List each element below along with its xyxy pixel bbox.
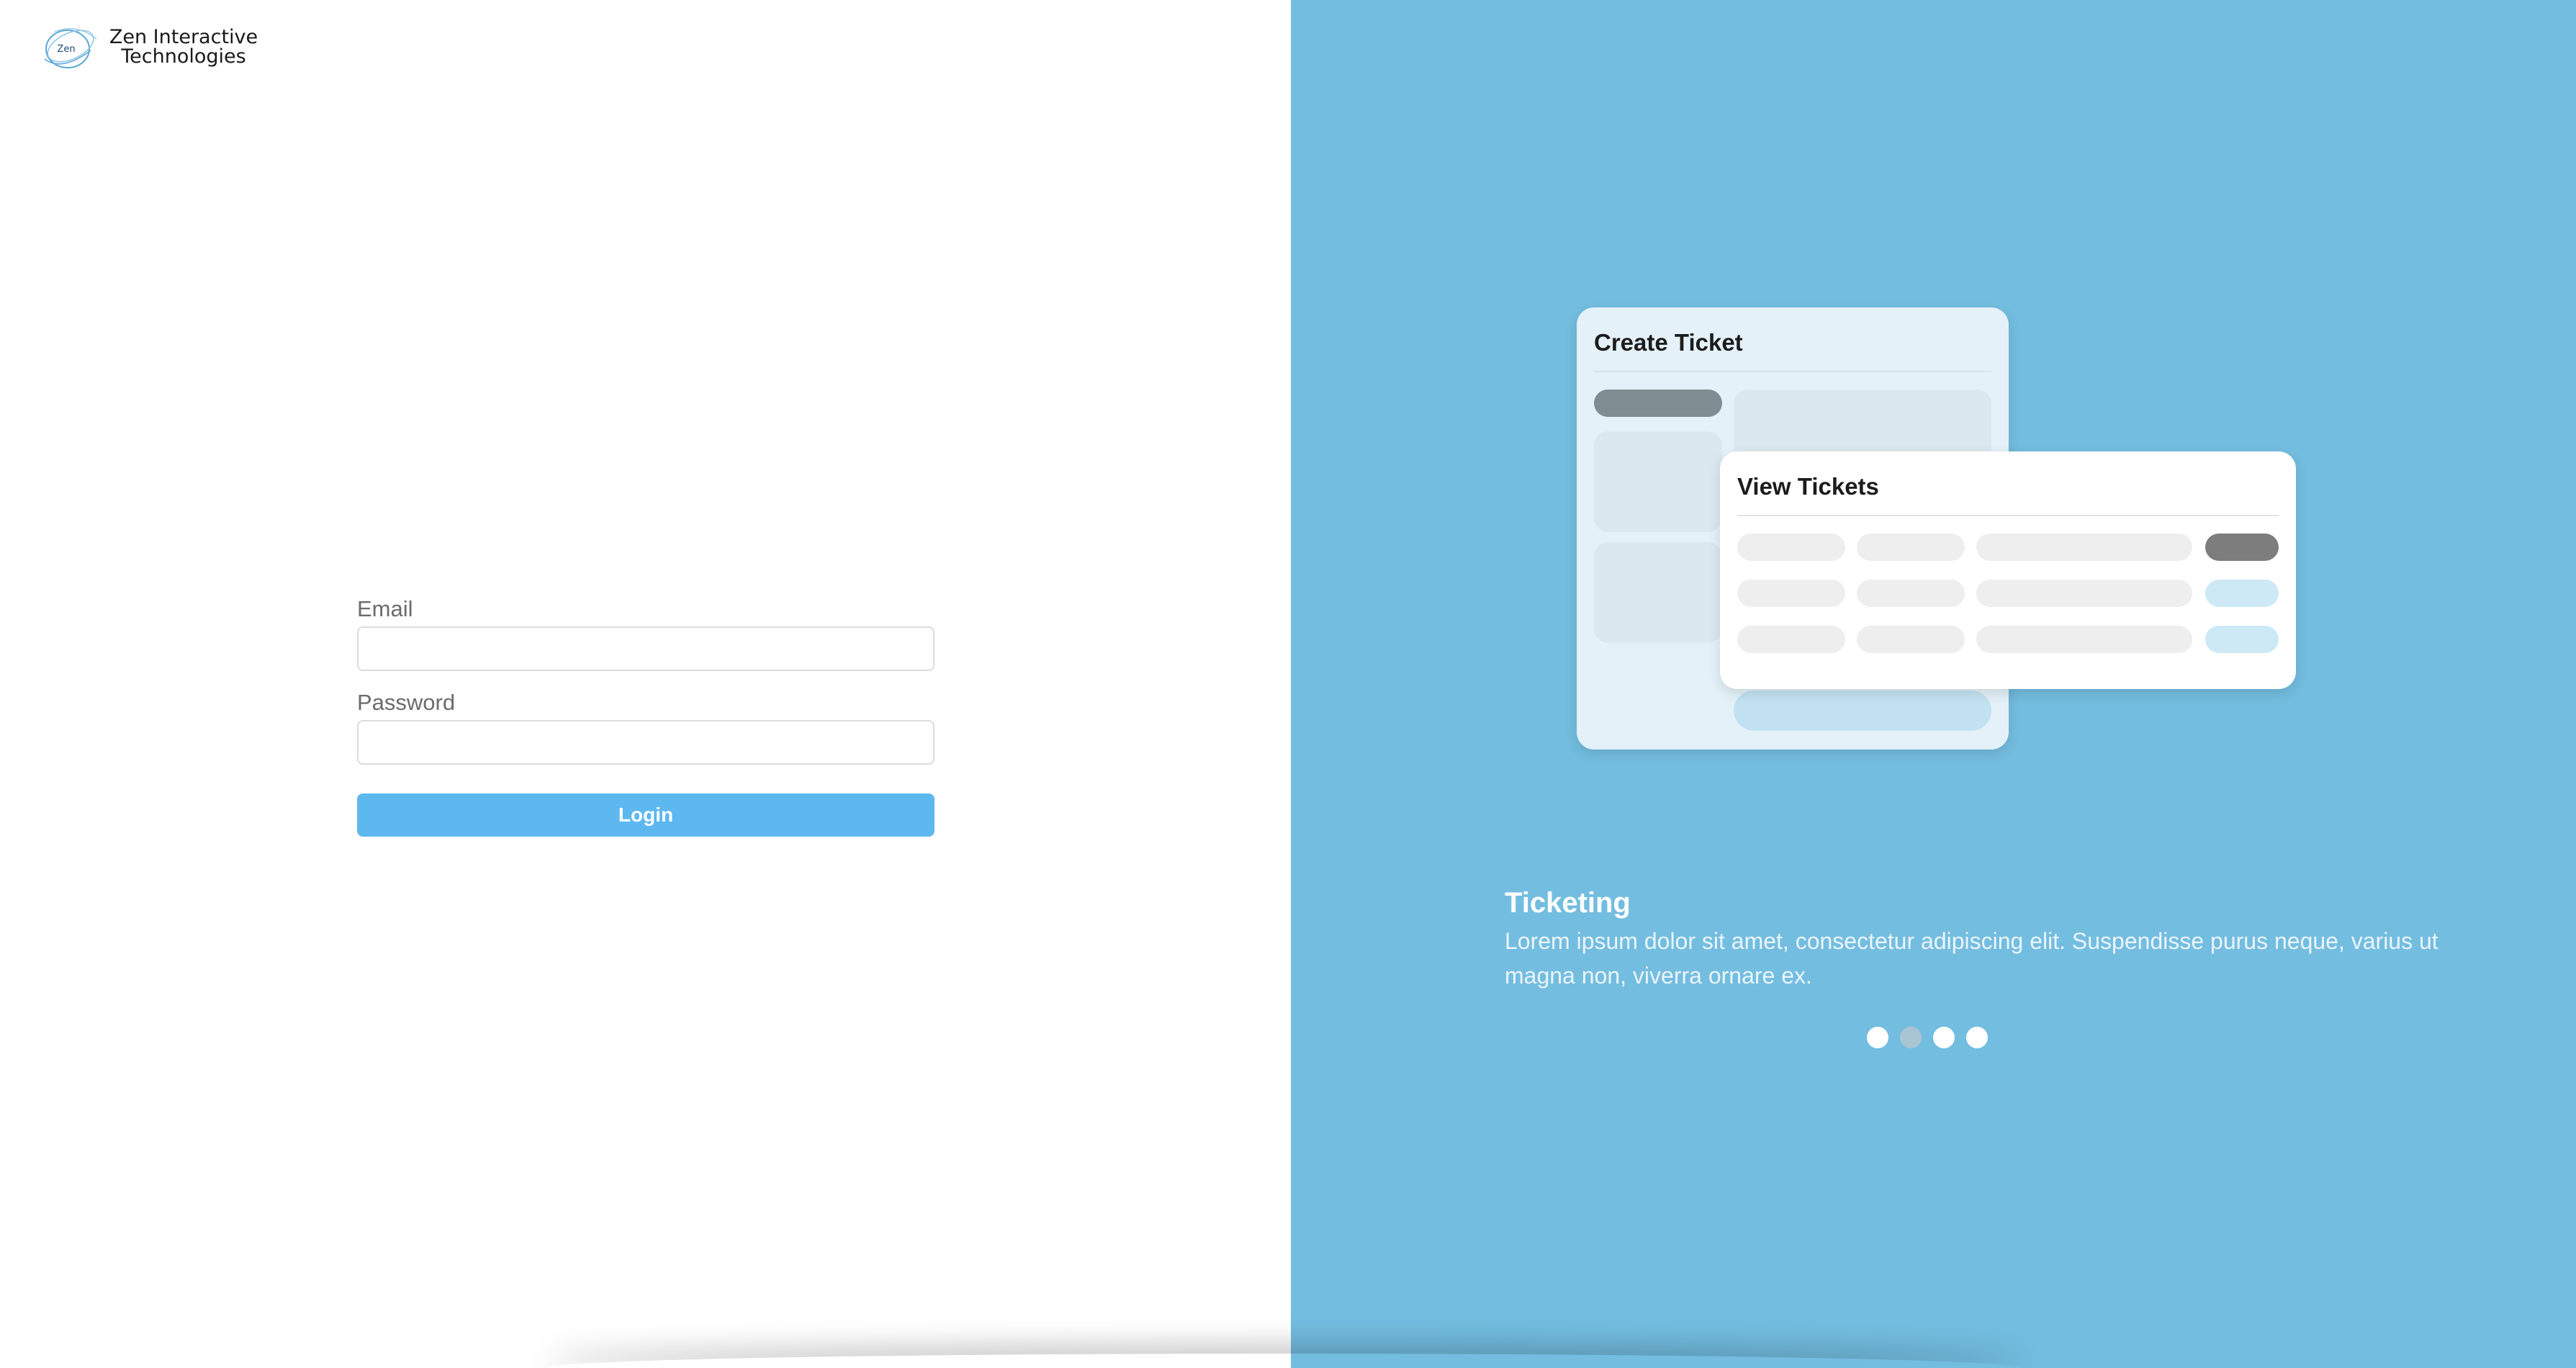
placeholder-cell [1857, 534, 1965, 561]
placeholder-status [2205, 580, 2279, 607]
zen-logo-text: Zen [57, 44, 75, 55]
carousel-pagination [1867, 1027, 2011, 1048]
carousel-dot-1[interactable] [1867, 1027, 1888, 1048]
login-button[interactable]: Login [357, 793, 935, 837]
email-label: Email [357, 596, 413, 621]
placeholder-cell [1857, 580, 1965, 607]
create-ticket-title: Create Ticket [1594, 329, 1743, 356]
brand-name-line1: Zen Interactive [109, 26, 258, 48]
placeholder-block [1594, 542, 1722, 643]
placeholder-status [2205, 626, 2279, 653]
carousel-dot-2[interactable] [1900, 1027, 1922, 1048]
brand-name: Zen Interactive Technologies [101, 27, 266, 66]
password-field[interactable] [357, 720, 935, 765]
login-form: Email Password Login [357, 595, 935, 837]
placeholder-cell [1976, 626, 2192, 653]
placeholder-block [1594, 431, 1722, 532]
placeholder-cell [1976, 534, 2192, 561]
slide-title: Ticketing [1505, 887, 1631, 919]
carousel-dot-3[interactable] [1933, 1027, 1955, 1048]
slide-caption: Ticketing Lorem ipsum dolor sit amet, co… [1505, 883, 2441, 993]
view-tickets-title: View Tickets [1737, 473, 1879, 500]
placeholder-bar [1594, 390, 1722, 417]
brand[interactable]: Zen Zen Interactive Technologies [40, 22, 258, 76]
brand-name-line2: Technologies [121, 45, 246, 68]
zen-logo-icon: Zen [44, 28, 97, 68]
placeholder-cell [1737, 580, 1845, 607]
card-divider [1737, 515, 2279, 516]
ticketing-illustration: Create Ticket View Tickets [1291, 0, 2576, 792]
login-page: Zen Zen Interactive Technologies Email P… [0, 0, 2576, 1368]
placeholder-status [2205, 534, 2279, 561]
carousel-dot-4[interactable] [1966, 1027, 1988, 1048]
placeholder-button [1734, 690, 1991, 731]
placeholder-cell [1737, 534, 1845, 561]
login-panel: Zen Zen Interactive Technologies Email P… [0, 0, 1291, 1368]
placeholder-cell [1737, 626, 1845, 653]
slide-description: Lorem ipsum dolor sit amet, consectetur … [1505, 928, 2438, 989]
placeholder-cell [1857, 626, 1965, 653]
view-tickets-card: View Tickets [1720, 451, 2296, 689]
placeholder-cell [1976, 580, 2192, 607]
password-group: Password [357, 688, 935, 765]
email-group: Email [357, 595, 935, 671]
feature-carousel: Create Ticket View Tickets Ticketing Lor… [1291, 0, 2576, 1368]
password-label: Password [357, 690, 456, 715]
email-field[interactable] [357, 626, 935, 671]
card-divider [1594, 371, 1991, 372]
